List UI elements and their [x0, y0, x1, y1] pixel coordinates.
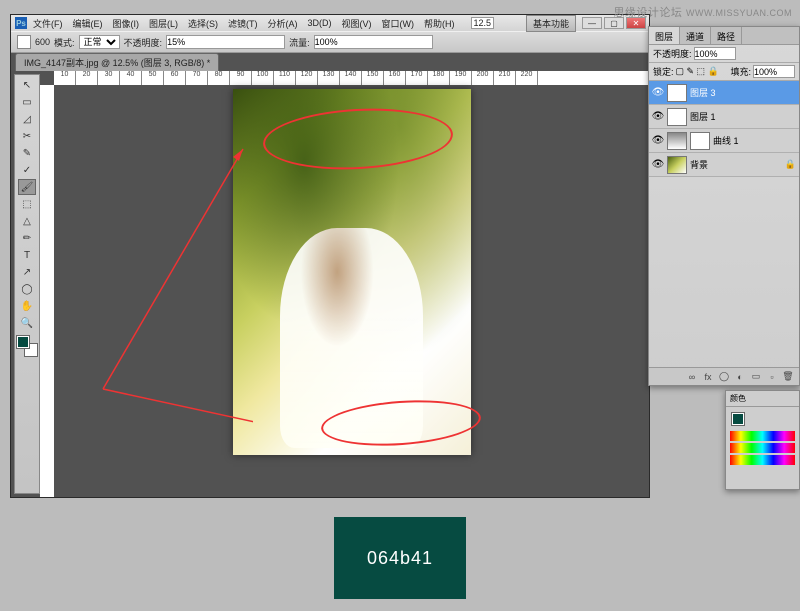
document-image[interactable] [233, 89, 471, 455]
pencil-tool[interactable]: ✏ [18, 230, 36, 246]
layer-row[interactable]: 👁 曲线 1 [649, 129, 799, 153]
menu-help[interactable]: 帮助(H) [420, 17, 459, 30]
menu-file[interactable]: 文件(F) [29, 17, 67, 30]
minimize-button[interactable]: — [582, 17, 602, 29]
annotation-ellipse-top [261, 104, 454, 174]
menu-bar: Ps 文件(F) 编辑(E) 图像(I) 图层(L) 选择(S) 滤镜(T) 分… [11, 15, 649, 31]
menu-filter[interactable]: 滤镜(T) [224, 17, 262, 30]
menu-analysis[interactable]: 分析(A) [264, 17, 302, 30]
panel-tabs: 图层 通道 路径 [649, 27, 799, 45]
gradient-tool[interactable]: △ [18, 213, 36, 229]
gradient-strip[interactable] [730, 431, 795, 441]
lock-icons[interactable]: ▢ ✎ ⬚ 🔒 [676, 66, 719, 77]
brush-preset-icon[interactable] [17, 35, 31, 49]
layer-row[interactable]: 👁 背景 🔒 [649, 153, 799, 177]
brush-size: 600 [35, 37, 50, 47]
mode-label: 模式: [54, 36, 75, 49]
new-layer-icon[interactable]: ▫ [765, 371, 779, 383]
brush-tool[interactable]: 🖌 [18, 179, 36, 195]
lock-icon: 🔒 [785, 159, 796, 170]
menu-select[interactable]: 选择(S) [184, 17, 222, 30]
color-panel: 颜色 [725, 390, 800, 490]
lock-label: 锁定: [653, 65, 674, 78]
visibility-icon[interactable]: 👁 [652, 111, 664, 123]
menu-edit[interactable]: 编辑(E) [69, 17, 107, 30]
layer-thumb [667, 132, 687, 150]
link-layers-icon[interactable]: ∞ [685, 371, 699, 383]
delete-icon[interactable]: 🗑 [781, 371, 795, 383]
layer-name: 图层 3 [690, 86, 716, 99]
document-tab-bar: IMG_4147副本.jpg @ 12.5% (图层 3, RGB/8) * [11, 53, 649, 71]
hex-value: 064b41 [367, 548, 433, 569]
healing-tool[interactable]: ✓ [18, 162, 36, 178]
photoshop-window: Ps 文件(F) 编辑(E) 图像(I) 图层(L) 选择(S) 滤镜(T) 分… [10, 14, 650, 498]
zoom-field[interactable]: 12.5 [471, 17, 495, 29]
flow-input[interactable] [314, 35, 433, 49]
document-tab[interactable]: IMG_4147副本.jpg @ 12.5% (图层 3, RGB/8) * [15, 53, 219, 71]
crop-tool[interactable]: ✂ [18, 128, 36, 144]
canvas-area: 1020304050607080901001101201301401501601… [40, 71, 649, 497]
visibility-icon[interactable]: 👁 [652, 135, 664, 147]
opacity-label: 不透明度: [653, 47, 692, 60]
layer-thumb [667, 84, 687, 102]
menu-image[interactable]: 图像(I) [109, 17, 144, 30]
eyedropper-tool[interactable]: ✎ [18, 145, 36, 161]
lasso-tool[interactable]: ◿ [18, 111, 36, 127]
color-swatches[interactable] [17, 336, 37, 356]
color-swatch[interactable] [732, 413, 744, 425]
marquee-tool[interactable]: ▭ [18, 94, 36, 110]
layer-row[interactable]: 👁 图层 1 [649, 105, 799, 129]
hand-tool[interactable]: ✋ [18, 298, 36, 314]
adjustment-icon[interactable]: ◐ [733, 371, 747, 383]
visibility-icon[interactable]: 👁 [652, 159, 664, 171]
foreground-color-swatch[interactable] [17, 336, 29, 348]
color-chip: 064b41 [334, 517, 466, 599]
layer-name: 图层 1 [690, 110, 716, 123]
visibility-icon[interactable]: 👁 [652, 87, 664, 99]
opacity-label: 不透明度: [124, 36, 163, 49]
opacity-input[interactable] [166, 35, 285, 49]
toolbox: ↖ ▭ ◿ ✂ ✎ ✓ 🖌 ⬚ △ ✏ T ↗ ◯ ✋ 🔍 [14, 74, 40, 494]
menu-layer[interactable]: 图层(L) [145, 17, 182, 30]
gradient-strip[interactable] [730, 455, 795, 465]
layer-fill-input[interactable] [753, 65, 795, 78]
fx-icon[interactable]: fx [701, 371, 715, 383]
panel-footer: ∞ fx ◯ ◐ ▭ ▫ 🗑 [649, 367, 799, 385]
tab-channels[interactable]: 通道 [680, 27, 711, 44]
path-tool[interactable]: ↗ [18, 264, 36, 280]
mask-icon[interactable]: ◯ [717, 371, 731, 383]
menu-window[interactable]: 窗口(W) [378, 17, 419, 30]
blend-mode-select[interactable]: 正常 [79, 35, 120, 49]
options-bar: 600 模式: 正常 不透明度: 流量: [11, 31, 649, 53]
ruler-horizontal: 1020304050607080901001101201301401501601… [54, 71, 649, 85]
fill-label: 填充: [730, 65, 751, 78]
flow-label: 流量: [289, 36, 310, 49]
ruler-vertical [40, 85, 54, 497]
gradient-strip[interactable] [730, 443, 795, 453]
zoom-tool[interactable]: 🔍 [18, 315, 36, 331]
annotation-arrows [93, 89, 253, 469]
ps-logo-icon: Ps [15, 17, 27, 29]
layer-name: 曲线 1 [713, 134, 739, 147]
move-tool[interactable]: ↖ [18, 77, 36, 93]
layers-panel: 图层 通道 路径 不透明度: 锁定: ▢ ✎ ⬚ 🔒 填充: 👁 图层 3 👁 … [648, 26, 800, 386]
tab-paths[interactable]: 路径 [711, 27, 742, 44]
group-icon[interactable]: ▭ [749, 371, 763, 383]
type-tool[interactable]: T [18, 247, 36, 263]
layer-mask-thumb [690, 132, 710, 150]
layer-row[interactable]: 👁 图层 3 [649, 81, 799, 105]
stamp-tool[interactable]: ⬚ [18, 196, 36, 212]
layer-list: 👁 图层 3 👁 图层 1 👁 曲线 1 👁 背景 🔒 [649, 81, 799, 177]
tab-layers[interactable]: 图层 [649, 27, 680, 44]
layer-name: 背景 [690, 158, 708, 171]
menu-3d[interactable]: 3D(D) [304, 18, 336, 28]
watermark: 思缘设计论坛 WWW.MISSYUAN.COM [613, 4, 792, 20]
color-tab[interactable]: 颜色 [726, 391, 799, 407]
workspace-button[interactable]: 基本功能 [526, 15, 576, 32]
menu-view[interactable]: 视图(V) [338, 17, 376, 30]
shape-tool[interactable]: ◯ [18, 281, 36, 297]
layer-thumb [667, 108, 687, 126]
layer-thumb [667, 156, 687, 174]
layer-opacity-input[interactable] [694, 47, 736, 60]
